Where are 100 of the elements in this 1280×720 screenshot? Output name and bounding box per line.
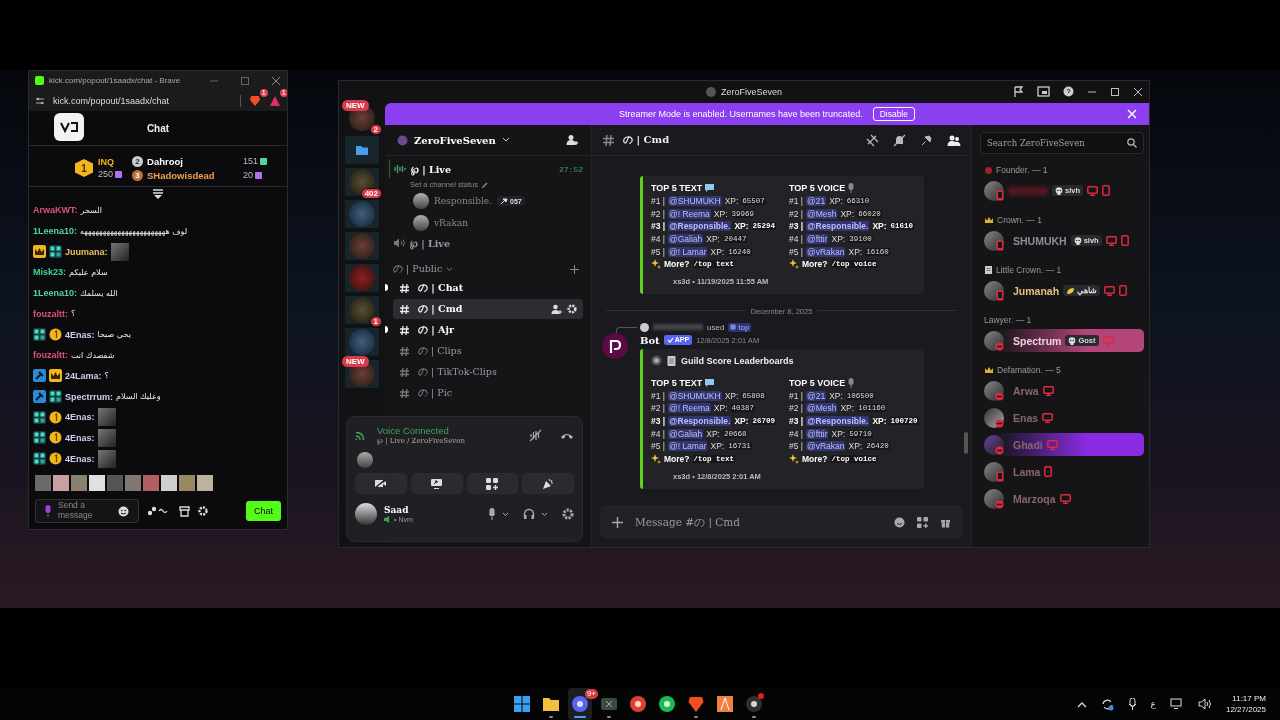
microphone-icon[interactable]	[488, 508, 496, 520]
user-mention[interactable]: @! Reema	[668, 208, 711, 219]
chat-username[interactable]: 24Lama:	[65, 370, 102, 381]
plus-icon[interactable]	[570, 264, 579, 274]
close-icon[interactable]	[1133, 86, 1143, 97]
microphone-icon[interactable]	[1127, 697, 1137, 711]
app-icon[interactable]	[542, 695, 560, 713]
maximize-icon[interactable]	[1110, 86, 1120, 97]
user-mention[interactable]: @Galiah	[668, 233, 704, 244]
app-icon[interactable]	[716, 695, 734, 713]
add-person-icon[interactable]	[566, 134, 579, 146]
chat-username[interactable]: Misk23:	[33, 267, 67, 278]
user-mention[interactable]: @! Lamar	[668, 441, 708, 452]
chat-username[interactable]: fouzaltt:	[33, 350, 68, 361]
app-icon[interactable]	[600, 695, 618, 713]
emoji-icon[interactable]	[118, 505, 129, 517]
avatar-photo[interactable]	[984, 330, 1004, 351]
muted-bell-icon[interactable]	[893, 133, 906, 147]
apps-icon[interactable]	[917, 516, 928, 528]
chevron-icon[interactable]	[541, 511, 548, 517]
add-person-icon[interactable]	[551, 304, 562, 314]
user-mention[interactable]: @fttir	[806, 233, 829, 244]
chat-username[interactable]: 4Enas:	[65, 453, 95, 464]
user-mention[interactable]: @Galiah	[668, 428, 704, 439]
send-chat-button[interactable]: Chat	[246, 501, 281, 521]
author-name[interactable]: Bot	[640, 334, 660, 346]
emoji-icon[interactable]	[894, 516, 905, 528]
address-bar[interactable]: kick.com/popout/1saadx/chat	[53, 95, 170, 106]
chat-username[interactable]: Spectrrum:	[65, 391, 113, 402]
lion-shield-icon[interactable]	[249, 94, 261, 107]
message-text-field[interactable]: Message #の | Cmd	[635, 516, 882, 528]
voice-member-name[interactable]: vRakan	[434, 218, 469, 228]
camera-off-button[interactable]	[355, 473, 407, 494]
members-icon[interactable]	[947, 133, 961, 147]
clock-date[interactable]: 12/27/2025	[1225, 704, 1266, 715]
noise-suppression-icon[interactable]	[529, 428, 542, 442]
app-icon[interactable]	[658, 695, 676, 713]
window-icon[interactable]	[1037, 86, 1050, 97]
member-name[interactable]: Spectrum	[1013, 334, 1062, 347]
member-name[interactable]: Jumanah	[1013, 284, 1060, 297]
app-icon[interactable]	[629, 695, 647, 713]
disable-button[interactable]: Disable	[872, 107, 915, 121]
message-composer-bar[interactable]: Send a message	[35, 499, 139, 523]
avatar-photo[interactable]	[984, 488, 1004, 509]
user-mention[interactable]: @Responsible.	[668, 415, 732, 426]
voice-channel-name[interactable]: ℘ | Live	[410, 236, 450, 250]
pin-icon[interactable]	[920, 133, 933, 147]
text-channel[interactable]: の | TikTok-Clips	[393, 362, 583, 382]
member-name[interactable]: Arwa	[1013, 384, 1039, 397]
voice-channel-name[interactable]: ℘ | Live	[411, 162, 451, 176]
text-channel[interactable]: の | Ajr	[393, 320, 583, 340]
threads-icon[interactable]	[866, 133, 879, 147]
avatar-photo[interactable]	[984, 461, 1004, 482]
chat-username[interactable]: 4Enas:	[65, 432, 95, 443]
store-icon[interactable]	[179, 505, 190, 517]
search-icon[interactable]	[1127, 138, 1137, 148]
member-name[interactable]: Marzoqa	[1013, 492, 1056, 505]
user-mention[interactable]: @vRakan	[806, 441, 846, 452]
soundboard-button[interactable]	[522, 473, 574, 494]
activities-button[interactable]	[466, 473, 519, 494]
app-icon[interactable]	[571, 695, 589, 713]
user-mention[interactable]: @! Reema	[668, 403, 711, 414]
help-icon[interactable]	[1063, 86, 1074, 97]
server-folder-slot[interactable]	[345, 136, 379, 164]
user-mention[interactable]: @Responsible.	[806, 415, 870, 426]
plus-icon[interactable]	[612, 516, 623, 528]
avatar-photo[interactable]	[984, 230, 1004, 251]
close-icon[interactable]	[271, 75, 281, 86]
settings-icon[interactable]	[562, 508, 574, 520]
app-icon[interactable]	[745, 695, 763, 713]
user-mention[interactable]: @! Lamar	[668, 246, 708, 257]
text-channel[interactable]: の | Cmd	[393, 299, 583, 319]
avatar-photo[interactable]	[984, 380, 1004, 401]
chevron-up-icon[interactable]	[1076, 700, 1087, 708]
avatar-photo[interactable]	[984, 407, 1004, 428]
triangle-icon[interactable]	[269, 94, 281, 107]
chat-username[interactable]: fouzaltt:	[33, 308, 68, 319]
collapse-icon[interactable]	[152, 189, 164, 199]
user-mention[interactable]: @SHUMUKH	[668, 390, 722, 401]
search-field[interactable]: Search ZeroFiveSeven	[987, 138, 1123, 148]
chat-username[interactable]: 1Leena10:	[33, 226, 78, 237]
user-avatar-photo[interactable]	[355, 503, 377, 525]
user-mention[interactable]: @SHUMUKH	[668, 196, 722, 207]
server-folder-slot[interactable]: 402	[345, 168, 379, 196]
server-folder-slot[interactable]: 1	[345, 296, 379, 324]
flag-icon[interactable]	[1013, 86, 1024, 97]
chevron-icon[interactable]	[502, 511, 509, 517]
start-icon[interactable]	[513, 695, 531, 713]
chat-username[interactable]: ArwaKWT:	[33, 205, 78, 216]
user-mention[interactable]: @Responsible.	[668, 221, 732, 232]
pencil-icon[interactable]	[480, 180, 488, 188]
text-channel[interactable]: の | Chat	[393, 278, 583, 298]
member-name[interactable]: SHUMUKH	[1013, 234, 1067, 247]
chat-username[interactable]: Juumana:	[65, 246, 108, 257]
clock-time[interactable]: 11:17 PM	[1232, 693, 1266, 704]
chevron-icon[interactable]	[501, 137, 510, 143]
text-channel[interactable]: の | Clips	[393, 341, 583, 361]
user-mention[interactable]: @Mesh	[806, 403, 838, 414]
search-bar[interactable]: Search ZeroFiveSeven	[980, 132, 1144, 154]
member-name[interactable]: Lama	[1013, 465, 1041, 478]
